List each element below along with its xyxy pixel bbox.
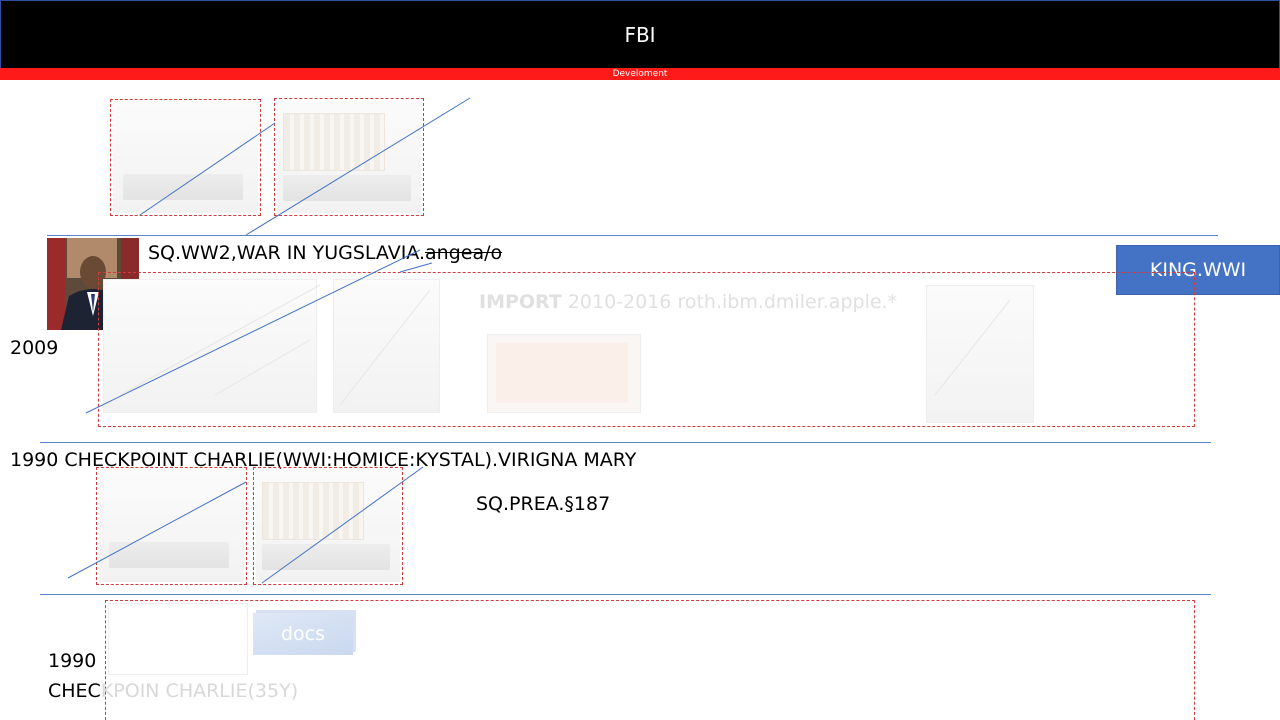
bed-base-shape [283,175,411,201]
bed-image [256,470,400,582]
header-subtitle: Develoment [612,69,668,79]
bed-image [99,470,244,582]
faint-image-placeholder [103,279,317,413]
section1-content-frame: IMPORT 2010-2016 roth.ibm.dmiler.apple.* [98,272,1195,427]
faint-image-placeholder [487,334,641,413]
section3-caption-faint: KPOIN CHARLIE(35Y) [100,680,299,702]
bed-image-frame-1[interactable] [110,99,261,216]
docs-chip[interactable]: docs [253,613,353,655]
year-label-1990: 1990 [48,650,97,672]
section-divider [47,235,1218,236]
section-divider [40,442,1211,443]
faint-image-placeholder [926,285,1034,423]
section3-caption-dark: CHEC [48,680,101,702]
section1-title-struck: angea/o [425,242,503,264]
app-header: FBI [0,0,1280,68]
section-divider [40,594,1211,595]
bed-image [113,102,258,213]
faint-image-placeholder [333,279,440,413]
faint-heading: IMPORT 2010-2016 roth.ibm.dmiler.apple.* [479,291,897,313]
faint-heading-rest: 2010-2016 roth.ibm.dmiler.apple.* [561,291,898,313]
bed-base-shape [123,174,243,200]
bed-image [277,101,421,213]
app-title: FBI [624,22,656,47]
bed-image-frame-3[interactable] [96,467,247,585]
bed-image-frame-4[interactable] [253,467,403,585]
section2-subtitle: SQ.PREA.§187 [476,493,611,515]
faint-image-content [496,343,628,403]
connector-line [399,262,433,273]
year-label-2009: 2009 [10,337,59,359]
bed-slats-shape [283,113,385,171]
section1-title: SQ.WW2,WAR IN YUGSLAVIA.angea/o [148,242,502,264]
section3-caption: CHECKPOIN CHARLIE(35Y) [48,680,298,702]
header-strip: Develoment [0,68,1280,80]
section1-title-main: SQ.WW2,WAR IN YUGSLAVIA. [148,242,426,264]
bed-base-shape [262,544,390,570]
bed-image-frame-2[interactable] [274,98,424,216]
bed-base-shape [109,542,229,568]
faint-image-placeholder [108,603,248,675]
bed-slats-shape [262,482,364,540]
faint-heading-bold: IMPORT [479,291,562,313]
